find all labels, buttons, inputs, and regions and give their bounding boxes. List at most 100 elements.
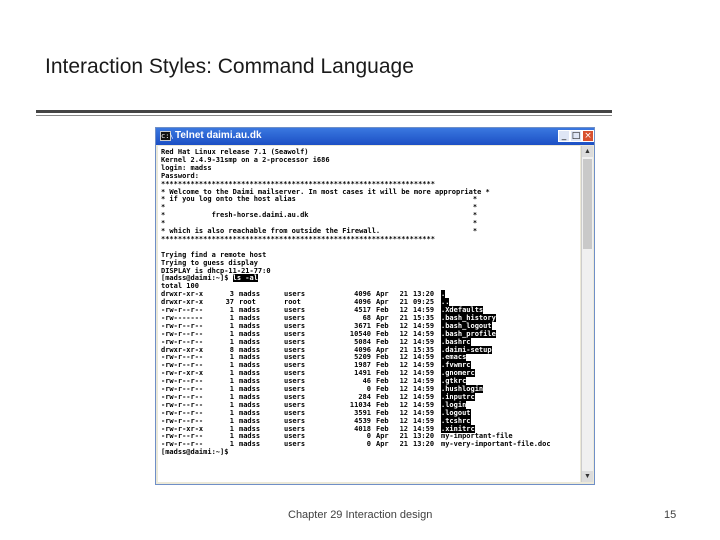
listing-mon: Apr xyxy=(376,440,389,449)
listing-group: users xyxy=(284,306,306,314)
listing-size: 3671 xyxy=(354,321,371,330)
listing-name: .bashrc xyxy=(441,337,471,346)
scroll-thumb[interactable] xyxy=(583,159,592,249)
listing-group: users xyxy=(284,337,306,346)
listing-mon: Feb xyxy=(376,329,389,338)
listing-group: users xyxy=(284,345,306,354)
listing-group: users xyxy=(284,432,306,441)
listing-day: 21 xyxy=(399,440,408,449)
listing-mon: Feb xyxy=(376,392,389,401)
listing-group: root xyxy=(284,298,301,307)
listing-size: 4018 xyxy=(354,424,371,433)
listing-day: 12 xyxy=(399,416,408,425)
slide-footer: Chapter 29 Interaction design xyxy=(288,509,433,521)
listing-owner: root xyxy=(239,298,256,307)
listing-name: .login xyxy=(441,400,467,409)
listing-links: 1 xyxy=(229,329,234,338)
listing-day: 12 xyxy=(399,400,408,409)
listing-time: 15:35 xyxy=(413,313,435,322)
listing-perm: -rw-r--r-- xyxy=(161,377,204,386)
listing-day: 12 xyxy=(399,329,408,338)
listing-perm: -rw-r-xr-x xyxy=(161,369,204,378)
listing-group: users xyxy=(284,416,306,425)
listing-perm: -rw-r-xr-x xyxy=(161,424,204,433)
vertical-scrollbar[interactable]: ▲ ▼ xyxy=(581,146,593,482)
listing-group: users xyxy=(284,290,306,299)
listing-time: 14:59 xyxy=(413,361,435,370)
listing-row: drwxr-xr-x 37 root root 4096 Apr 21 09:25.. xyxy=(161,298,579,307)
listing-day: 12 xyxy=(399,361,408,370)
scroll-up-arrow-icon[interactable]: ▲ xyxy=(582,146,593,157)
listing-group: users xyxy=(284,321,306,330)
listing-perm: drwxr-xr-x xyxy=(161,298,204,307)
listing-row: -rw-r--r-- 1 madss users 0 Apr 21 13:20 my-impor… xyxy=(161,432,579,440)
listing-row: -rw-r--r-- 1 madss users 46 Feb 12 14:59 .gtkrc xyxy=(161,377,579,386)
listing-size: 3591 xyxy=(354,408,371,417)
listing-links: 1 xyxy=(229,377,234,386)
terminal-icon: c:\ xyxy=(160,131,174,141)
listing-size: 5209 xyxy=(354,353,371,362)
listing-owner: madss xyxy=(239,313,261,322)
listing-name: .logout xyxy=(441,408,471,417)
listing-day: 12 xyxy=(399,353,408,362)
listing-time: 13:20 xyxy=(413,290,435,299)
listing-mon: Apr xyxy=(376,345,389,354)
terminal-line: DISPLAY is dhcp-11-21-77:0 xyxy=(161,266,271,275)
listing-row: -rw-r--r-- 1 madss users 1987 Feb 12 14:59 .fvwm… xyxy=(161,361,579,370)
listing-mon: Feb xyxy=(376,353,389,362)
listing-group: users xyxy=(284,392,306,401)
maximize-button[interactable]: □ xyxy=(570,130,582,142)
listing-time: 14:59 xyxy=(413,377,435,386)
listing-size: 284 xyxy=(358,392,371,401)
window-titlebar[interactable]: c:\ Telnet daimi.au.dk _ □ × xyxy=(156,128,594,145)
listing-mon: Feb xyxy=(376,408,389,417)
listing-group: users xyxy=(284,313,306,322)
listing-name: . xyxy=(441,290,446,299)
listing-links: 1 xyxy=(229,400,234,409)
listing-time: 14:59 xyxy=(413,329,435,338)
listing-mon: Apr xyxy=(376,432,389,441)
listing-size: 4096 xyxy=(354,290,371,299)
listing-owner: madss xyxy=(239,369,261,378)
listing-group: users xyxy=(284,329,306,338)
close-button[interactable]: × xyxy=(582,130,594,142)
listing-owner: madss xyxy=(239,306,261,314)
listing-row: -rw-r--r-- 1 madss users 5084 Feb 12 14:59 .bash… xyxy=(161,337,579,346)
listing-size: 46 xyxy=(362,377,371,386)
listing-time: 14:59 xyxy=(413,369,435,378)
listing-perm: -rw-r--r-- xyxy=(161,416,204,425)
minimize-button[interactable]: _ xyxy=(558,130,570,142)
listing-perm: -rw-r--r-- xyxy=(161,321,204,330)
listing-name: .hushlogin xyxy=(441,385,484,393)
listing-time: 14:59 xyxy=(413,400,435,409)
listing-owner: madss xyxy=(239,408,261,417)
listing-links: 1 xyxy=(229,392,234,401)
listing-mon: Feb xyxy=(376,306,389,314)
listing-row: -rw-r-xr-x 1 madss users 4018 Feb 12 14:59 .xini… xyxy=(161,424,579,433)
listing-time: 15:35 xyxy=(413,345,435,354)
terminal-output[interactable]: Red Hat Linux release 7.1 (Seawolf) Kerne… xyxy=(158,146,580,482)
terminal-line: * if you log onto the host alias * xyxy=(161,195,478,204)
listing-size: 0 xyxy=(366,440,371,449)
listing-size: 0 xyxy=(366,385,371,393)
listing-size: 4517 xyxy=(354,306,371,314)
listing-owner: madss xyxy=(239,440,261,449)
listing-group: users xyxy=(284,400,306,409)
listing-owner: madss xyxy=(239,361,261,370)
listing-time: 09:25 xyxy=(413,298,435,307)
listing-mon: Feb xyxy=(376,369,389,378)
listing-name: .bash_logout xyxy=(441,321,492,330)
listing-time: 14:59 xyxy=(413,321,435,330)
listing-mon: Apr xyxy=(376,298,389,307)
slide-title: Interaction Styles: Command Language xyxy=(45,55,414,78)
listing-name: .inputrc xyxy=(441,392,475,401)
listing-group: users xyxy=(284,424,306,433)
listing-owner: madss xyxy=(239,400,261,409)
listing-owner: madss xyxy=(239,432,261,441)
listing-row: drwxr-xr-x 3 madss users 4096 Apr 21 13:20. xyxy=(161,290,579,299)
listing-size: 4539 xyxy=(354,416,371,425)
listing-day: 12 xyxy=(399,377,408,386)
listing-size: 5084 xyxy=(354,337,371,346)
scroll-down-arrow-icon[interactable]: ▼ xyxy=(582,471,593,482)
listing-row: -rw-r--r-- 1 madss users 4539 Feb 12 14:59 .tcsh… xyxy=(161,416,579,425)
